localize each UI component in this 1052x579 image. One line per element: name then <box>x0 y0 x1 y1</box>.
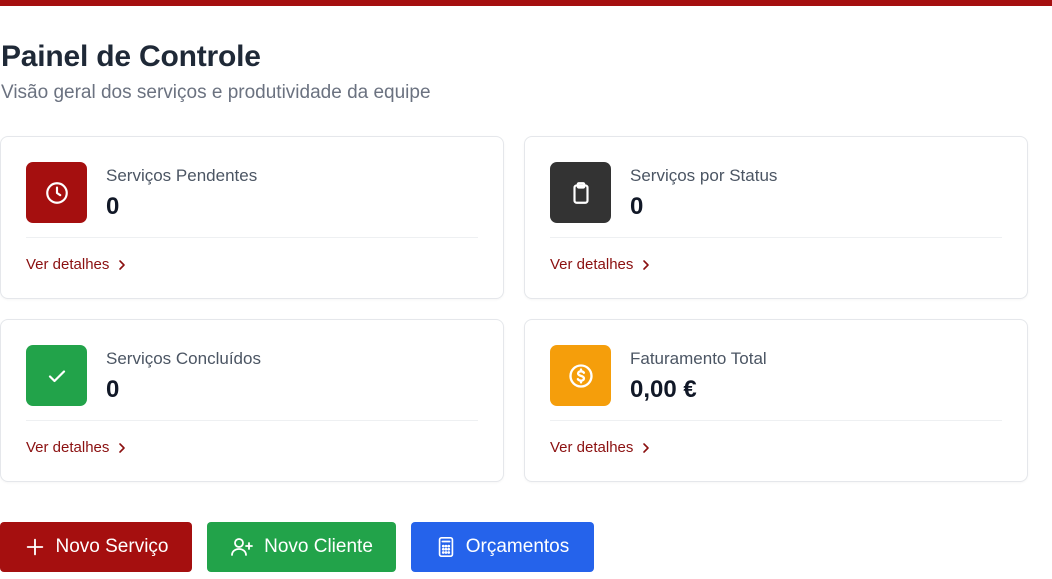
card-divider <box>550 420 1002 421</box>
card-divider <box>26 420 478 421</box>
check-icon <box>48 369 65 382</box>
chevron-right-icon <box>643 259 650 270</box>
card-label: Serviços Concluídos <box>106 349 261 368</box>
view-details-link[interactable]: Ver detalhes <box>550 256 651 273</box>
view-details-label: Ver detalhes <box>26 439 110 456</box>
new-client-button[interactable]: Novo Cliente <box>207 522 396 572</box>
page-subtitle: Visão geral dos serviços e produtividade… <box>1 82 431 103</box>
dollar-circle-icon <box>568 363 593 388</box>
view-details-link[interactable]: Ver detalhes <box>26 256 127 273</box>
new-client-label: Novo Cliente <box>264 536 373 557</box>
view-details-link[interactable]: Ver detalhes <box>550 439 651 456</box>
chevron-right-icon <box>119 259 126 270</box>
quotes-button[interactable]: Orçamentos <box>411 522 594 572</box>
card-value: 0 <box>106 376 120 403</box>
card-divider <box>26 237 478 238</box>
card-value: 0,00 € <box>630 376 697 403</box>
view-details-link[interactable]: Ver detalhes <box>26 439 127 456</box>
view-details-label: Ver detalhes <box>550 439 634 456</box>
card-completed-services: Serviços Concluídos 0 Ver detalhes <box>0 319 504 482</box>
clock-icon <box>45 181 68 204</box>
view-details-label: Ver detalhes <box>26 256 110 273</box>
view-details-label: Ver detalhes <box>550 256 634 273</box>
card-total-revenue: Faturamento Total 0,00 € Ver detalhes <box>524 319 1028 482</box>
new-service-label: Novo Serviço <box>55 536 169 557</box>
page-title: Painel de Controle <box>1 40 261 73</box>
card-label: Serviços Pendentes <box>106 166 258 185</box>
card-icon-box <box>26 162 87 223</box>
card-value: 0 <box>630 193 644 220</box>
chevron-right-icon <box>643 442 650 453</box>
quotes-label: Orçamentos <box>465 536 570 557</box>
card-value: 0 <box>106 193 120 220</box>
card-pending-services: Serviços Pendentes 0 Ver detalhes <box>0 136 504 299</box>
card-icon-box <box>550 162 611 223</box>
plus-icon <box>26 538 43 556</box>
new-service-button[interactable]: Novo Serviço <box>0 522 192 572</box>
card-label: Serviços por Status <box>630 166 778 185</box>
card-icon-box <box>550 345 611 406</box>
top-accent-bar <box>0 0 1052 6</box>
clipboard-icon <box>572 181 589 204</box>
card-services-by-status: Serviços por Status 0 Ver detalhes <box>524 136 1028 299</box>
calculator-icon <box>438 537 453 557</box>
card-icon-box <box>26 345 87 406</box>
card-label: Faturamento Total <box>630 349 767 368</box>
user-plus-icon <box>231 538 254 556</box>
card-divider <box>550 237 1002 238</box>
chevron-right-icon <box>119 442 126 453</box>
